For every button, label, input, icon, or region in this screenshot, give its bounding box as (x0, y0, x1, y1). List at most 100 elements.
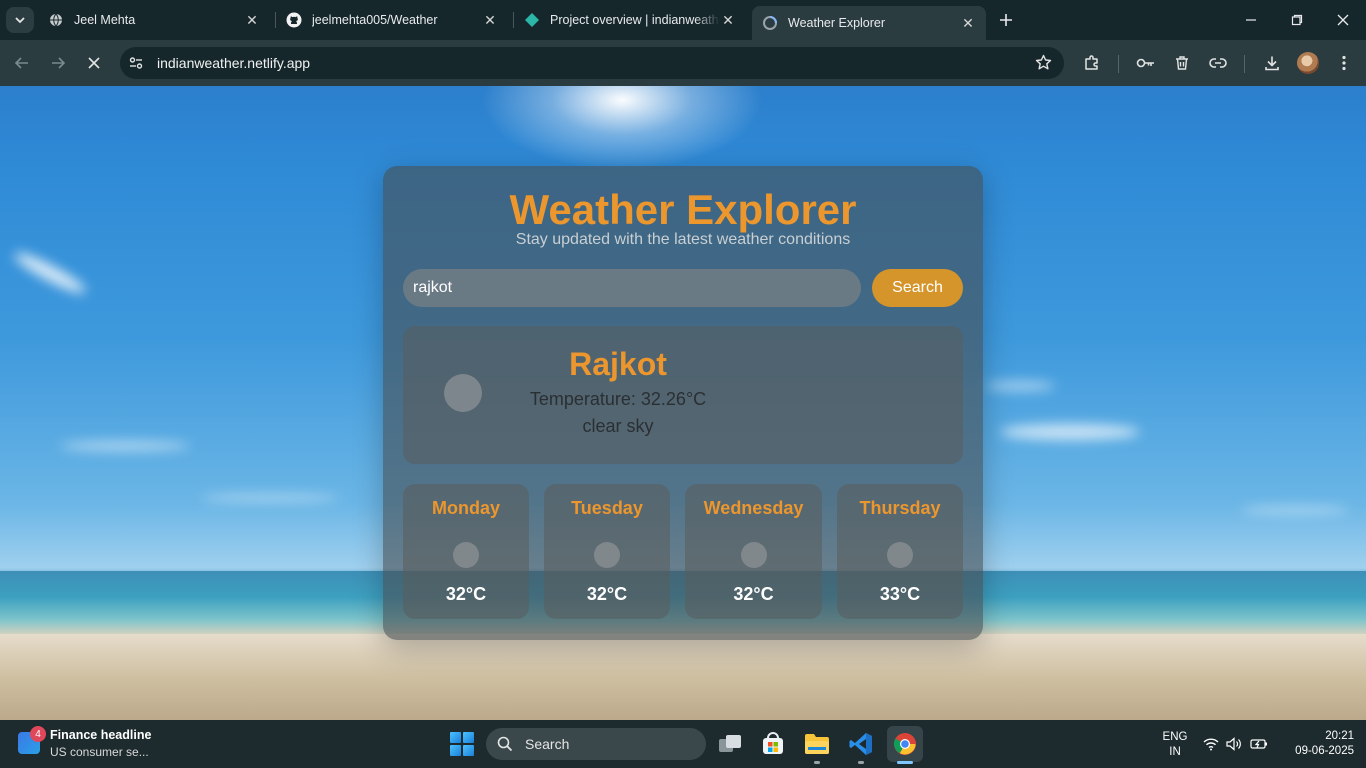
downloads-button[interactable] (1258, 49, 1286, 77)
windows-logo-icon (450, 732, 461, 743)
widget-headline-title: Finance headline (50, 728, 152, 742)
forecast-temperature: 33°C (879, 584, 921, 604)
browser-menu-button[interactable] (1330, 49, 1358, 77)
task-view-button[interactable] (712, 726, 748, 762)
close-tab-icon[interactable]: ✕ (482, 12, 498, 28)
toolbar-separator (1244, 55, 1245, 73)
download-icon (1265, 56, 1279, 71)
more-vertical-icon (1342, 55, 1346, 71)
address-bar[interactable]: indianweather.netlify.app (120, 47, 1064, 79)
minimize-icon (1246, 19, 1256, 21)
forward-arrow-icon (52, 57, 66, 69)
forecast-card: Monday 32°C (403, 484, 529, 619)
new-tab-button[interactable] (994, 8, 1018, 32)
volume-icon[interactable] (1224, 734, 1244, 754)
profile-avatar[interactable] (1297, 52, 1319, 74)
tab-title: Project overview | indianweathe (550, 13, 720, 27)
plus-icon (1000, 14, 1012, 26)
key-icon (1136, 58, 1154, 68)
close-icon (1337, 14, 1349, 26)
toolbar-separator (1118, 55, 1119, 73)
language-indicator[interactable]: ENG IN (1160, 730, 1190, 760)
taskbar-file-explorer[interactable] (799, 726, 835, 764)
close-tab-icon[interactable]: ✕ (720, 12, 736, 28)
battery-charging-icon[interactable] (1249, 734, 1269, 754)
background-cloud (60, 441, 190, 451)
delete-button[interactable] (1168, 49, 1196, 77)
background-cloud (985, 381, 1055, 391)
weather-icon (887, 542, 913, 568)
tab-github-weather[interactable]: jeelmehta005/Weather ✕ (276, 5, 508, 35)
forecast-day: Wednesday (703, 498, 804, 518)
close-tab-icon[interactable]: ✕ (244, 12, 260, 28)
widget-headline-text: US consumer se... (50, 745, 149, 759)
taskbar-chrome[interactable] (887, 726, 923, 764)
tab-title: Jeel Mehta (74, 13, 136, 27)
back-button[interactable] (8, 49, 36, 77)
forecast-temperature: 32°C (733, 584, 774, 604)
tab-netlify-project[interactable]: Project overview | indianweathe ✕ (514, 5, 746, 35)
link-icon (1209, 58, 1227, 68)
forecast-card: Thursday 33°C (837, 484, 963, 619)
running-indicator (897, 761, 913, 764)
site-info-icon[interactable] (122, 49, 150, 77)
tab-weather-explorer[interactable]: Weather Explorer ✕ (752, 6, 986, 40)
search-button[interactable]: Search (872, 269, 963, 307)
forecast-temperature: 32°C (586, 584, 628, 604)
start-button[interactable] (450, 732, 474, 756)
minimize-button[interactable] (1228, 0, 1274, 40)
close-tab-icon[interactable]: ✕ (960, 15, 976, 31)
store-icon (763, 732, 783, 754)
weather-card: Weather Explorer Stay updated with the l… (383, 166, 983, 640)
background-cloud (1240, 506, 1350, 514)
weather-icon (594, 542, 620, 568)
city-name: Rajkot (569, 346, 667, 382)
stop-loading-button[interactable] (80, 49, 108, 77)
clock-date: 09-06-2025 (1295, 745, 1354, 757)
taskbar-vscode[interactable] (843, 726, 879, 764)
puzzle-icon (1085, 55, 1098, 70)
notification-badge: 4 (30, 726, 46, 742)
tab-title: jeelmehta005/Weather (312, 13, 438, 27)
background-cloud (1000, 424, 1140, 440)
running-indicator (858, 761, 864, 764)
copy-link-button[interactable] (1204, 49, 1232, 77)
windows-logo-icon (463, 745, 474, 756)
extensions-button[interactable] (1078, 49, 1106, 77)
back-arrow-icon (14, 57, 28, 69)
chrome-icon (894, 733, 916, 755)
tab-jeel-mehta[interactable]: Jeel Mehta ✕ (38, 5, 270, 35)
system-clock[interactable]: 20:21 09-06-2025 (1278, 729, 1354, 759)
page-viewport: Weather Explorer Stay updated with the l… (0, 86, 1366, 720)
city-search-input[interactable] (403, 269, 861, 307)
bookmark-star-icon[interactable] (1035, 54, 1052, 76)
taskbar-search[interactable]: Search (486, 728, 706, 760)
weather-icon (444, 374, 482, 412)
task-view-icon (719, 735, 741, 752)
windows-logo-icon (450, 745, 461, 756)
forward-button[interactable] (44, 49, 72, 77)
windows-logo-icon (463, 732, 474, 743)
folder-icon (805, 734, 829, 754)
forecast-temperature: 32°C (445, 584, 487, 604)
clock-time: 20:21 (1325, 730, 1354, 742)
forecast-card: Tuesday 32°C (544, 484, 670, 619)
forecast-day: Thursday (859, 498, 941, 518)
weather-icon (740, 542, 767, 568)
taskbar: 4 Finance headline US consumer se... Sea… (0, 720, 1366, 768)
taskbar-search-label: Search (525, 736, 570, 752)
tab-search-button[interactable] (6, 7, 34, 33)
browser-toolbar: indianweather.netlify.app (0, 40, 1366, 86)
weather-icon (453, 542, 479, 568)
taskbar-store[interactable] (755, 726, 791, 762)
forecast-card: Wednesday 32°C (685, 484, 822, 619)
app-title: Weather Explorer (509, 186, 857, 233)
loading-icon (762, 15, 778, 31)
restore-button[interactable] (1274, 0, 1320, 40)
close-window-button[interactable] (1320, 0, 1366, 40)
region-code: IN (1169, 746, 1181, 758)
wifi-icon[interactable] (1201, 734, 1221, 754)
passwords-button[interactable] (1132, 49, 1160, 77)
weather-description: clear sky (582, 416, 654, 436)
restore-icon (1291, 14, 1303, 26)
